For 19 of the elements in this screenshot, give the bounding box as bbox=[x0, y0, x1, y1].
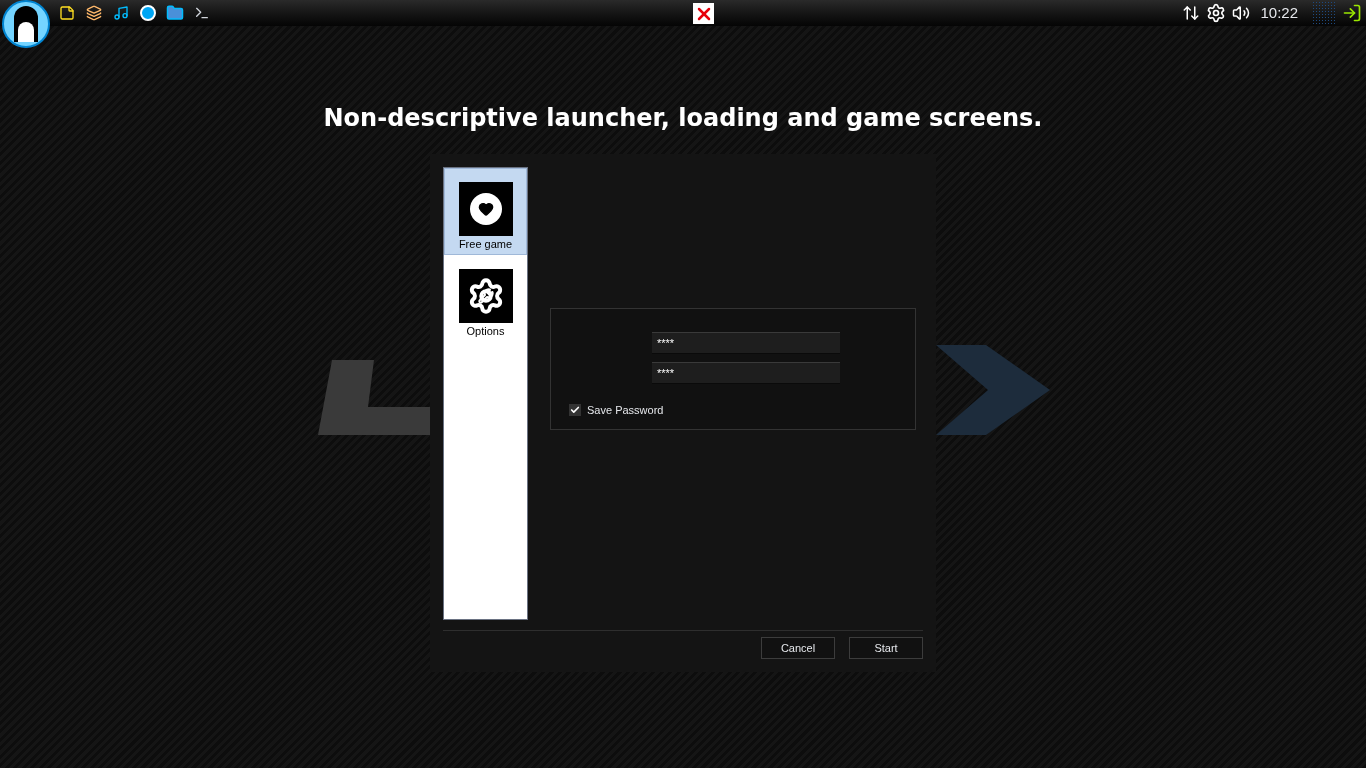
settings-icon[interactable] bbox=[1206, 3, 1227, 23]
page-heading: Non-descriptive launcher, loading and game screens. bbox=[322, 103, 1044, 134]
password-field[interactable]: **** bbox=[652, 362, 840, 384]
layers-icon[interactable] bbox=[85, 4, 103, 22]
error-icon[interactable] bbox=[693, 3, 714, 24]
volume-icon[interactable] bbox=[1232, 4, 1251, 22]
note-icon[interactable] bbox=[58, 4, 76, 22]
gear-wrench-icon bbox=[458, 268, 513, 323]
folder-icon[interactable] bbox=[166, 4, 184, 22]
sidebar-item[interactable]: Free game bbox=[444, 168, 527, 255]
clock[interactable]: 10:22 bbox=[1260, 1, 1298, 25]
save-password-checkbox[interactable] bbox=[569, 404, 581, 417]
dialog-button[interactable]: Start bbox=[849, 637, 923, 659]
network-icon[interactable] bbox=[1182, 4, 1201, 22]
logout-icon[interactable] bbox=[1342, 3, 1362, 23]
music-icon[interactable] bbox=[112, 4, 130, 22]
save-password-label: Save Password bbox=[587, 403, 664, 418]
password-field[interactable]: **** bbox=[652, 332, 840, 354]
dialog-button[interactable]: Cancel bbox=[761, 637, 835, 659]
